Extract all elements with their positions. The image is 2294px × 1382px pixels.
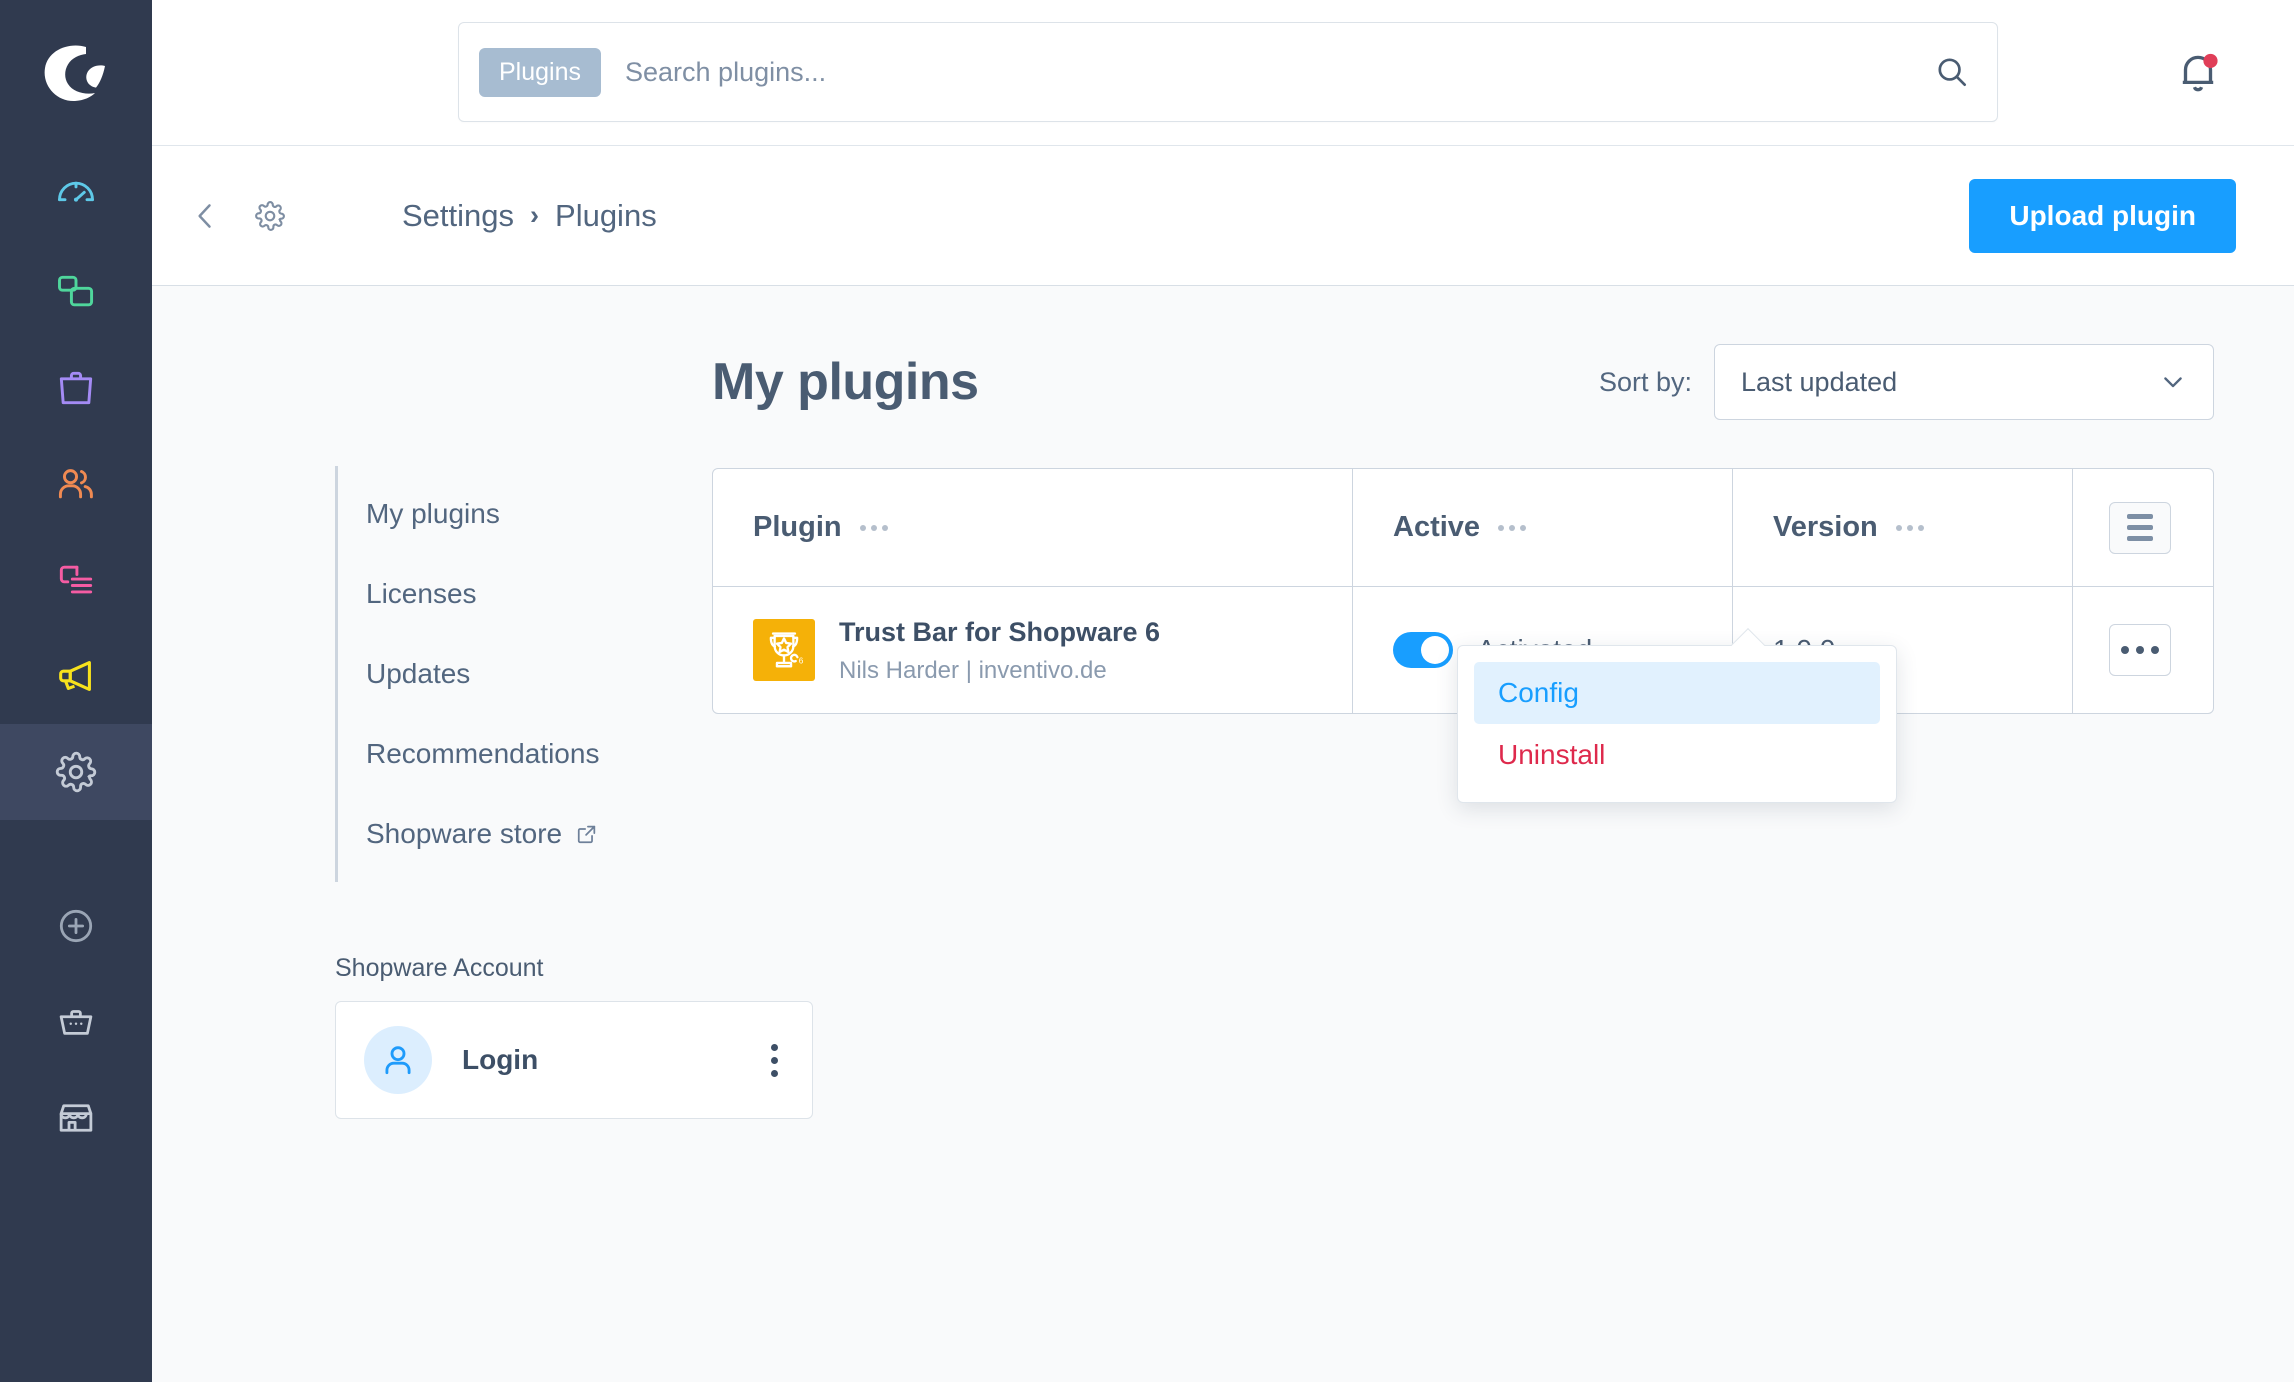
content-column: Plugins Search plugins... Settings › Plu… <box>152 0 2294 1382</box>
sidebar-item-orders[interactable] <box>0 340 152 436</box>
global-search[interactable]: Plugins <box>458 22 1998 122</box>
sidebar-item-licenses[interactable]: Licenses <box>338 554 712 634</box>
notification-dot <box>2203 53 2218 68</box>
breadcrumb: Settings › Plugins <box>402 198 657 234</box>
chevron-down-icon <box>2159 368 2187 396</box>
sidebar-item-add[interactable] <box>0 878 152 974</box>
breadcrumb-separator: › <box>530 200 540 230</box>
context-menu-dots-icon[interactable] <box>2109 624 2171 676</box>
breadcrumb-toolbar: Settings › Plugins Upload plugin <box>152 146 2294 286</box>
column-label: Plugin <box>753 511 842 543</box>
row-context-menu: Config Uninstall <box>1457 628 1897 803</box>
sidebar-item-catalogues[interactable] <box>0 244 152 340</box>
cell-actions <box>2073 587 2213 713</box>
side-nav-label: Shopware store <box>366 818 563 849</box>
plugin-author: Nils Harder | inventivo.de <box>839 656 1107 684</box>
side-nav-label: My plugins <box>366 498 500 529</box>
table-header-actions <box>2073 469 2213 586</box>
upload-plugin-button[interactable]: Upload plugin <box>1969 178 2236 253</box>
breadcrumb-current: Plugins <box>555 197 657 233</box>
sidebar-item-marketing[interactable] <box>0 628 152 724</box>
account-name: Login <box>462 1044 539 1075</box>
body-area: My plugins Licenses Updates Recommendati… <box>152 286 2294 1382</box>
side-nav-label: Licenses <box>366 578 477 609</box>
search-scope-badge[interactable]: Plugins <box>479 47 601 97</box>
settings-gear-icon[interactable] <box>248 194 292 238</box>
search-input[interactable] <box>625 56 1933 88</box>
search-icon[interactable] <box>1933 53 1971 91</box>
column-options-icon[interactable] <box>1498 524 1527 531</box>
plugins-table: Plugin Active Version 6 Trust Bar for Sh… <box>712 468 2214 803</box>
plugins-side-nav: My plugins Licenses Updates Recommendati… <box>152 286 813 1382</box>
shopware-account-block: Shopware Account Login <box>335 954 813 1119</box>
svg-text:6: 6 <box>799 656 804 665</box>
cell-plugin: 6 Trust Bar for Shopware 6 Nils Harder |… <box>713 587 1353 713</box>
sort-select[interactable]: Last updated <box>1714 344 2214 420</box>
user-avatar-icon <box>364 1026 432 1094</box>
sidebar-item-recommendations[interactable]: Recommendations <box>338 714 712 794</box>
sidebar-item-content[interactable] <box>0 532 152 628</box>
sort-label: Sort by: <box>1598 366 1692 397</box>
main-panel: My plugins Sort by: Last updated Plugin … <box>712 286 2294 1382</box>
sort-selected-value: Last updated <box>1741 366 1898 397</box>
side-nav-label: Updates <box>366 658 471 689</box>
back-button[interactable] <box>184 194 228 238</box>
main-sidebar <box>0 0 152 1382</box>
sidebar-item-updates[interactable]: Updates <box>338 634 712 714</box>
list-settings-icon[interactable] <box>2109 501 2171 554</box>
sidebar-item-shopware-store[interactable]: Shopware store <box>338 794 712 874</box>
sidebar-footer-nav <box>0 878 152 1166</box>
trophy-star-icon: 6 <box>753 619 815 681</box>
plugin-meta: Trust Bar for Shopware 6 Nils Harder | i… <box>839 615 1160 684</box>
table-header-active[interactable]: Active <box>1353 469 1733 586</box>
column-options-icon[interactable] <box>1895 524 1924 531</box>
context-menu-item-config[interactable]: Config <box>1474 662 1880 724</box>
side-nav-list: My plugins Licenses Updates Recommendati… <box>335 466 712 882</box>
sidebar-item-settings[interactable] <box>0 724 152 820</box>
column-label: Version <box>1773 511 1878 543</box>
plugin-name: Trust Bar for Shopware 6 <box>839 617 1161 648</box>
column-label: Active <box>1393 511 1481 543</box>
sidebar-item-dashboard[interactable] <box>0 148 152 244</box>
external-link-icon <box>576 823 598 845</box>
context-menu-item-uninstall[interactable]: Uninstall <box>1474 724 1880 786</box>
sidebar-item-basket[interactable] <box>0 974 152 1070</box>
app-root: Plugins Search plugins... Settings › Plu… <box>0 0 2294 1382</box>
top-bar: Plugins <box>152 0 2294 146</box>
table-header-version[interactable]: Version <box>1733 469 2073 586</box>
sidebar-item-my-plugins[interactable]: My plugins <box>338 474 712 554</box>
sidebar-item-storefront[interactable] <box>0 1070 152 1166</box>
account-login-card[interactable]: Login <box>335 1001 813 1119</box>
sidebar-primary-nav <box>0 148 152 820</box>
column-options-icon[interactable] <box>859 524 888 531</box>
sort-control: Sort by: Last updated <box>1599 344 2214 420</box>
kebab-menu-icon[interactable] <box>765 1038 784 1083</box>
table-header-row: Plugin Active Version <box>713 469 2213 587</box>
sidebar-divider <box>0 820 152 878</box>
plugin-active-toggle[interactable] <box>1393 632 1453 668</box>
notifications-button[interactable] <box>2170 45 2226 101</box>
side-nav-label: Recommendations <box>366 738 600 769</box>
account-section-title: Shopware Account <box>335 954 544 982</box>
page-title: My plugins <box>712 353 979 411</box>
shopware-logo[interactable] <box>0 0 152 148</box>
panel-header: My plugins Sort by: Last updated <box>712 344 2214 420</box>
table-header-plugin[interactable]: Plugin <box>713 469 1353 586</box>
sidebar-item-customers[interactable] <box>0 436 152 532</box>
breadcrumb-parent[interactable]: Settings <box>402 198 514 234</box>
